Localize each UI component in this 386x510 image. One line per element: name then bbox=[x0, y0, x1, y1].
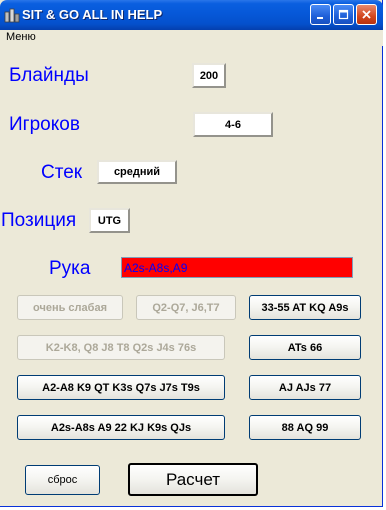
blinds-label: Блайнды bbox=[9, 65, 89, 86]
close-icon bbox=[362, 10, 371, 19]
reset-button[interactable]: сброс bbox=[25, 465, 100, 495]
stack-button[interactable]: средний bbox=[97, 160, 177, 184]
menu-item-menu[interactable]: Меню bbox=[6, 31, 36, 43]
maximize-button[interactable] bbox=[333, 4, 354, 25]
position-label: Позиция bbox=[1, 210, 77, 231]
title-bar[interactable]: SIT & GO ALL IN HELP bbox=[0, 0, 383, 30]
stack-label: Стек bbox=[41, 162, 83, 183]
range-q2-q7-button[interactable]: Q2-Q7, J6,T7 bbox=[136, 295, 236, 320]
calculate-button[interactable]: Расчет bbox=[128, 463, 258, 496]
hand-label: Рука bbox=[49, 258, 91, 279]
window-title: SIT & GO ALL IN HELP bbox=[22, 7, 163, 22]
range-a2s-a8s-button[interactable]: A2s-A8s A9 22 KJ K9s QJs bbox=[17, 415, 225, 440]
minimize-button[interactable] bbox=[310, 4, 331, 25]
app-icon bbox=[4, 8, 20, 23]
range-ats-66-button[interactable]: ATs 66 bbox=[249, 335, 361, 360]
menu-bar: Меню bbox=[0, 30, 383, 46]
range-k2-k8-button[interactable]: K2-K8, Q8 J8 T8 Q2s J4s 76s bbox=[17, 335, 225, 360]
minimize-icon bbox=[317, 17, 323, 19]
range-aj-ajs-button[interactable]: AJ AJs 77 bbox=[249, 375, 361, 400]
app-window: SIT & GO ALL IN HELP Меню Блайнды 200 Иг… bbox=[0, 0, 383, 507]
players-label: Игроков bbox=[9, 114, 80, 135]
close-button[interactable] bbox=[356, 4, 377, 25]
position-button[interactable]: UTG bbox=[89, 208, 130, 233]
range-very-weak-button[interactable]: очень слабая bbox=[17, 295, 123, 320]
hand-field[interactable]: A2s-A8s,A9 bbox=[121, 257, 353, 278]
range-a2-a8-button[interactable]: A2-A8 K9 QT K3s Q7s J7s T9s bbox=[17, 375, 225, 400]
range-88-aq-button[interactable]: 88 AQ 99 bbox=[249, 415, 361, 440]
maximize-icon bbox=[338, 9, 349, 20]
range-33-55-button[interactable]: 33-55 AT KQ A9s bbox=[249, 295, 361, 320]
blinds-button[interactable]: 200 bbox=[192, 63, 226, 88]
players-button[interactable]: 4-6 bbox=[193, 112, 273, 137]
